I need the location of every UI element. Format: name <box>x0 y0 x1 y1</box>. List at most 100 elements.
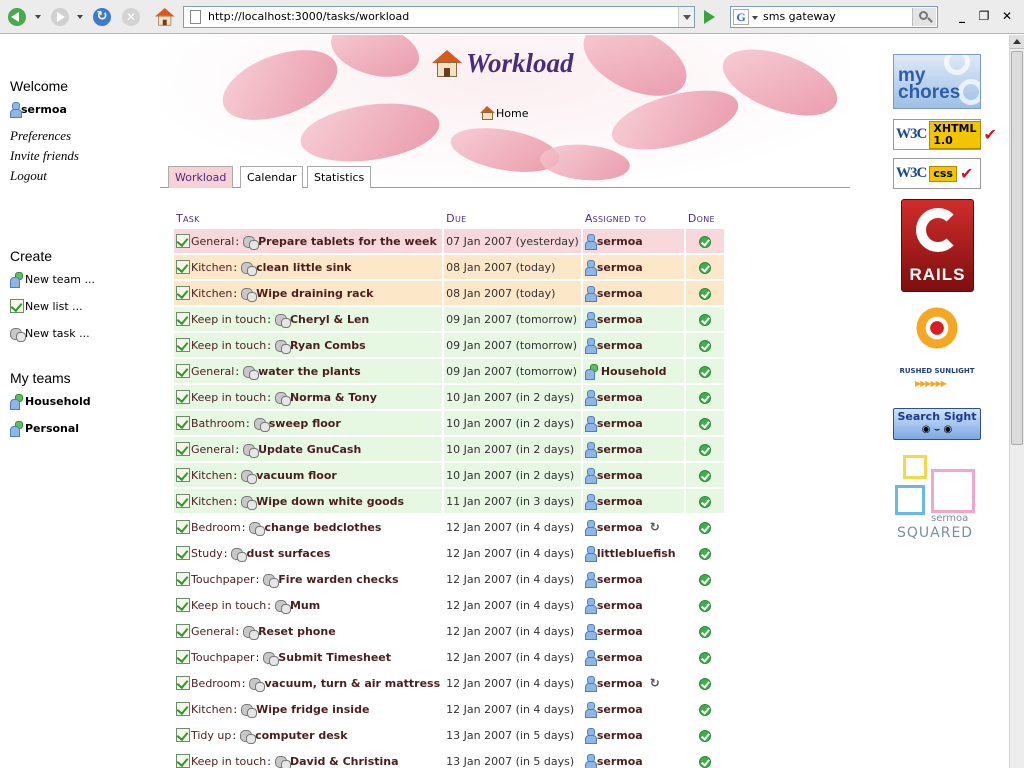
column-header-task[interactable]: Task <box>174 209 442 227</box>
done-checkmark-icon[interactable] <box>698 287 711 300</box>
list-link[interactable]: Bedroom <box>191 677 241 690</box>
list-link[interactable]: Kitchen <box>191 703 232 716</box>
assignee-link[interactable]: sermoa <box>584 416 682 432</box>
done-checkmark-icon[interactable] <box>698 235 711 248</box>
done-checkmark-icon[interactable] <box>698 651 711 664</box>
mychores-logo[interactable]: my chores <box>893 54 981 109</box>
back-history-dropdown-icon[interactable] <box>35 15 41 19</box>
assignee-link[interactable]: sermoa <box>584 338 682 354</box>
done-checkmark-icon[interactable] <box>698 521 711 534</box>
done-checkmark-icon[interactable] <box>698 599 711 612</box>
go-button-icon[interactable] <box>700 8 718 26</box>
done-checkmark-icon[interactable] <box>698 365 711 378</box>
w3c-css-badge[interactable]: W3C css ✔ <box>893 158 981 189</box>
task-link[interactable]: Norma & Tony <box>290 391 377 404</box>
assignee-link[interactable]: sermoa <box>584 312 682 328</box>
assignee-link[interactable]: Household <box>584 364 682 380</box>
assignee-link[interactable]: sermoa <box>584 728 682 744</box>
column-header-due[interactable]: Due <box>444 209 581 227</box>
done-checkmark-icon[interactable] <box>698 495 711 508</box>
list-link[interactable]: Study <box>191 547 223 560</box>
reload-icon[interactable]: ↻ <box>93 8 111 26</box>
done-checkmark-icon[interactable] <box>698 469 711 482</box>
assignee-link[interactable]: sermoa <box>584 624 682 640</box>
assignee-link[interactable]: sermoa <box>584 702 682 718</box>
search-button[interactable] <box>912 8 936 26</box>
done-checkmark-icon[interactable] <box>698 625 711 638</box>
assignee-link[interactable]: sermoa <box>584 650 682 666</box>
done-checkmark-icon[interactable] <box>698 313 711 326</box>
task-link[interactable]: Submit Timesheet <box>278 651 391 664</box>
done-checkmark-icon[interactable] <box>698 755 711 768</box>
w3c-xhtml-badge[interactable]: W3C XHTML 1.0 ✔ <box>893 119 997 150</box>
task-link[interactable]: sweep floor <box>269 417 341 430</box>
list-link[interactable]: Kitchen <box>191 495 232 508</box>
task-link[interactable]: vacuum floor <box>256 469 337 482</box>
tab-statistics[interactable]: Statistics <box>307 166 372 188</box>
vertical-scrollbar[interactable] <box>1009 35 1024 768</box>
search-sight-badge[interactable]: Search Sight ◉ ⌣ ◉ <box>893 408 981 440</box>
stop-icon[interactable]: ✕ <box>122 8 140 26</box>
assignee-link[interactable]: sermoa <box>584 442 682 458</box>
list-link[interactable]: Keep in touch <box>191 391 266 404</box>
invite-friends-link[interactable]: Invite friends <box>10 148 79 164</box>
done-checkmark-icon[interactable] <box>698 677 711 690</box>
column-header-assigned[interactable]: Assigned to <box>583 209 684 227</box>
task-link[interactable]: David & Christina <box>290 755 399 768</box>
task-link[interactable]: computer desk <box>255 729 347 742</box>
list-link[interactable]: General <box>191 625 234 638</box>
list-link[interactable]: Keep in touch <box>191 599 266 612</box>
task-link[interactable]: clean little sink <box>256 261 351 274</box>
address-bar[interactable]: http://localhost:3000/tasks/workload <box>183 6 695 28</box>
list-link[interactable]: Bedroom <box>191 521 241 534</box>
search-bar[interactable]: G sms gateway <box>730 6 938 28</box>
forward-arrow-icon[interactable] <box>51 8 69 26</box>
logout-link[interactable]: Logout <box>10 168 47 184</box>
task-link[interactable]: Mum <box>290 599 320 612</box>
new-team-link[interactable]: New team ... <box>10 272 95 288</box>
task-link[interactable]: Cheryl & Len <box>290 313 369 326</box>
tab-calendar[interactable]: Calendar <box>240 166 304 188</box>
rails-logo[interactable]: RAILS <box>901 199 974 292</box>
task-link[interactable]: change bedclothes <box>264 521 381 534</box>
done-checkmark-icon[interactable] <box>698 261 711 274</box>
list-link[interactable]: Bathroom <box>191 417 245 430</box>
current-user[interactable]: sermoa <box>10 102 67 118</box>
list-link[interactable]: Keep in touch <box>191 339 266 352</box>
task-link[interactable]: Ryan Combs <box>290 339 366 352</box>
task-link[interactable]: vacuum, turn & air mattress <box>264 677 440 690</box>
done-checkmark-icon[interactable] <box>698 443 711 456</box>
home-link[interactable]: Home <box>480 106 528 120</box>
url-text[interactable]: http://localhost:3000/tasks/workload <box>208 10 409 23</box>
task-link[interactable]: Wipe down white goods <box>256 495 404 508</box>
team-link-household[interactable]: Household <box>10 394 91 410</box>
task-link[interactable]: water the plants <box>258 365 361 378</box>
task-link[interactable]: Wipe fridge inside <box>256 703 369 716</box>
assignee-link[interactable]: sermoa <box>584 260 682 276</box>
task-link[interactable]: dust surfaces <box>246 547 330 560</box>
home-icon[interactable] <box>155 8 175 26</box>
scroll-up-arrow-icon[interactable] <box>1010 35 1024 49</box>
list-link[interactable]: Keep in touch <box>191 755 266 768</box>
task-link[interactable]: Fire warden checks <box>278 573 398 586</box>
list-link[interactable]: Kitchen <box>191 261 232 274</box>
task-link[interactable]: Prepare tablets for the week <box>258 235 437 248</box>
search-engine-icon[interactable]: G <box>733 9 749 25</box>
list-link[interactable]: General <box>191 443 234 456</box>
done-checkmark-icon[interactable] <box>698 703 711 716</box>
list-link[interactable]: Kitchen <box>191 469 232 482</box>
minimize-button[interactable]: _ <box>955 9 969 23</box>
done-checkmark-icon[interactable] <box>698 547 711 560</box>
assignee-link[interactable]: sermoa <box>584 234 682 250</box>
search-engine-dropdown-icon[interactable] <box>752 16 758 20</box>
task-link[interactable]: Wipe draining rack <box>256 287 373 300</box>
task-link[interactable]: Reset phone <box>258 625 336 638</box>
assignee-link[interactable]: sermoa <box>584 390 682 406</box>
tab-workload[interactable]: Workload <box>168 166 234 188</box>
search-input[interactable]: sms gateway <box>763 10 836 23</box>
done-checkmark-icon[interactable] <box>698 391 711 404</box>
list-link[interactable]: Touchpaper <box>191 573 255 586</box>
assignee-link[interactable]: sermoa <box>584 286 682 302</box>
done-checkmark-icon[interactable] <box>698 729 711 742</box>
assignee-link[interactable]: sermoa ↻ <box>584 676 682 692</box>
